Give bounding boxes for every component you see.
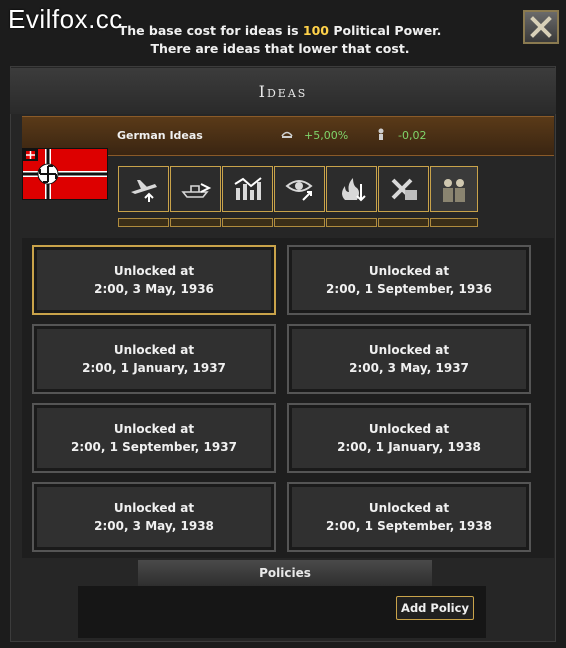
slot-indicator: [326, 218, 377, 227]
close-button[interactable]: [523, 10, 559, 44]
idea-card[interactable]: Unlocked at 2:00, 1 January, 1938: [287, 403, 531, 473]
stability-modifier: -0,02: [398, 129, 427, 142]
stability-icon: [378, 128, 384, 140]
slot-intelligence[interactable]: [274, 166, 325, 212]
idea-card[interactable]: Unlocked at 2:00, 1 September, 1936: [287, 245, 531, 315]
slot-indicator: [378, 218, 429, 227]
slot-air[interactable]: [118, 166, 169, 212]
idea-card[interactable]: Unlocked at 2:00, 1 September, 1937: [32, 403, 276, 473]
slot-indicator: [170, 218, 221, 227]
economy-icon: [233, 177, 262, 200]
nation-ideas-label: German Ideas: [117, 129, 203, 142]
navy-icon: [180, 183, 211, 198]
industry-icon: [341, 178, 366, 202]
idea-cost-value: 100: [302, 23, 329, 38]
slot-indicator: [222, 218, 273, 227]
political-power-modifier: +5,00%: [304, 129, 349, 142]
nation-flag[interactable]: [22, 148, 108, 200]
intelligence-icon: [284, 180, 313, 201]
panel-title: Ideas: [10, 68, 556, 114]
slot-indicator: [274, 218, 325, 227]
idea-card[interactable]: Unlocked at 2:00, 3 May, 1937: [287, 324, 531, 394]
idea-slots: [118, 166, 478, 212]
close-icon: [530, 16, 552, 38]
idea-card[interactable]: Unlocked at 2:00, 1 September, 1938: [287, 482, 531, 552]
slot-indicator: [430, 218, 478, 227]
slot-indicator: [118, 218, 169, 227]
watermark: Evilfox.cc: [8, 4, 123, 34]
slot-high-command[interactable]: [430, 166, 478, 212]
slot-navy[interactable]: [170, 166, 221, 212]
idea-card[interactable]: Unlocked at 2:00, 3 May, 1936: [32, 245, 276, 315]
high-command-icon: [443, 179, 465, 202]
political-power-icon: [281, 131, 293, 138]
idea-cost-message: The base cost for ideas is 100 Political…: [118, 23, 442, 56]
add-policy-button[interactable]: Add Policy: [396, 596, 474, 620]
slot-industry[interactable]: [326, 166, 377, 212]
slot-economy[interactable]: [222, 166, 273, 212]
army-icon: [391, 178, 417, 200]
slot-army[interactable]: [378, 166, 429, 212]
policies-header: Policies: [138, 560, 432, 586]
slot-indicators: [118, 218, 478, 227]
air-force-icon: [130, 180, 157, 202]
idea-card[interactable]: Unlocked at 2:00, 3 May, 1938: [32, 482, 276, 552]
idea-card[interactable]: Unlocked at 2:00, 1 January, 1937: [32, 324, 276, 394]
